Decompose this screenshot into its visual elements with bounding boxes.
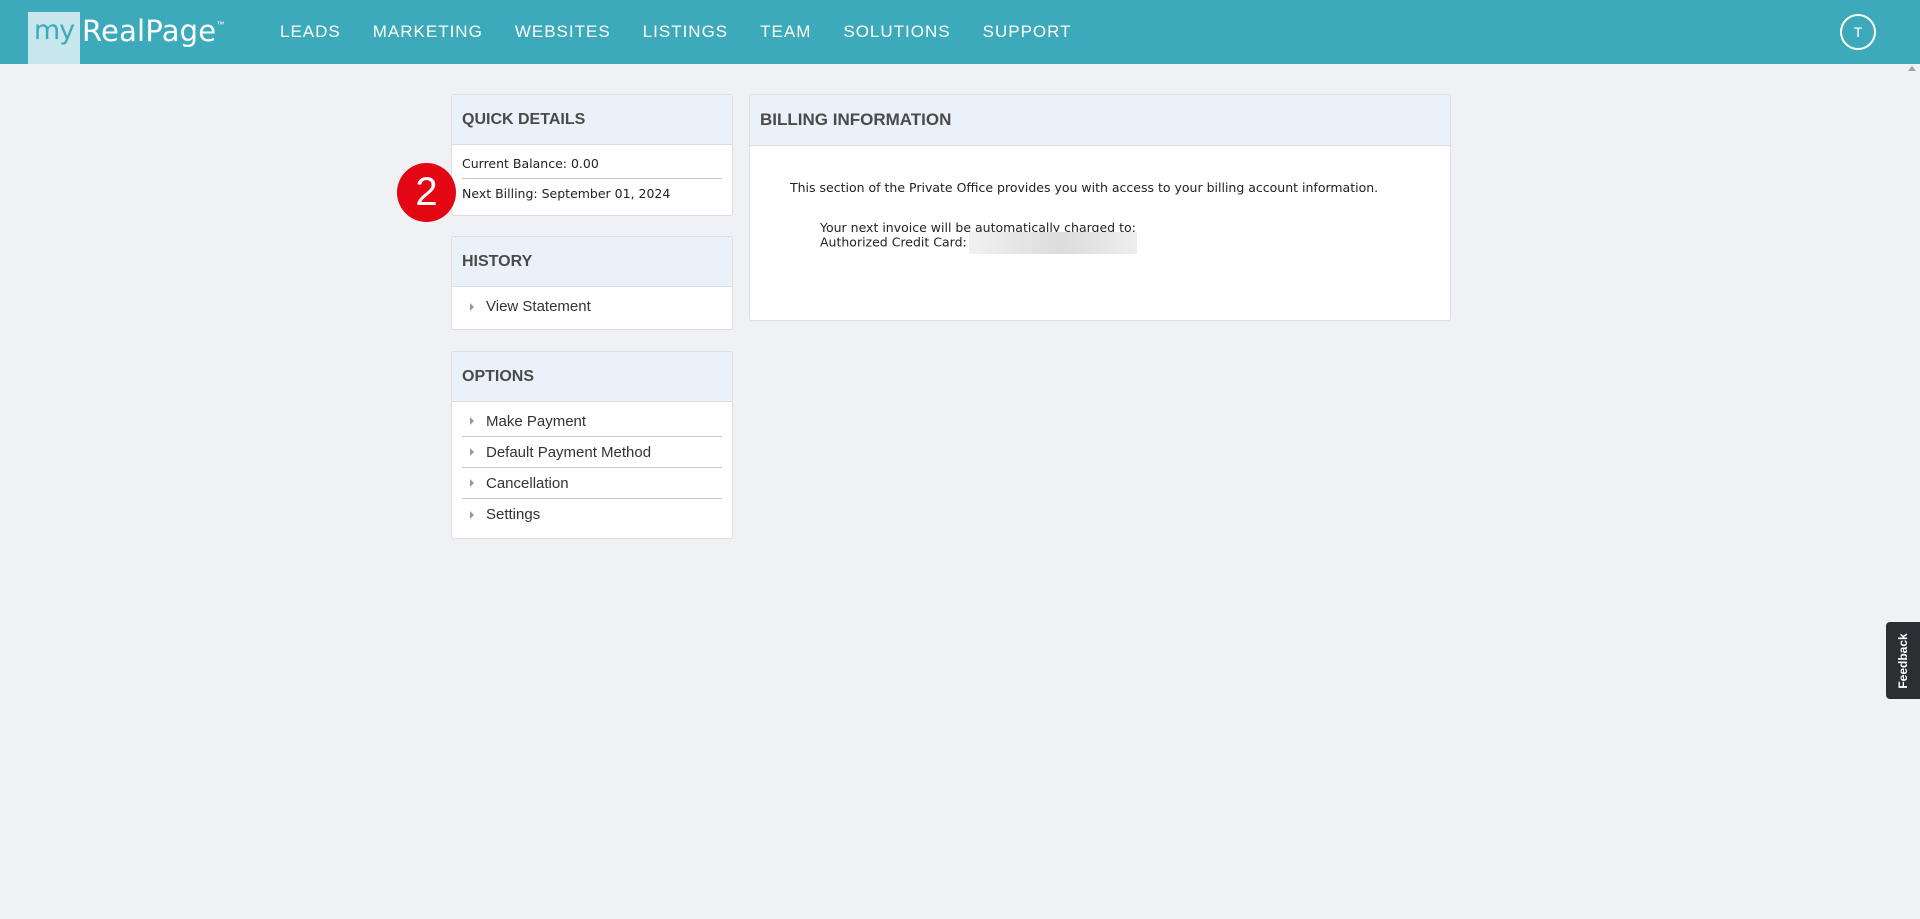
nav-solutions[interactable]: SOLUTIONS — [843, 22, 950, 42]
caret-right-icon — [470, 510, 474, 519]
quick-details-panel: QUICK DETAILS Current Balance: 0.00 Next… — [451, 94, 733, 216]
feedback-tab[interactable]: Feedback — [1886, 622, 1920, 699]
main-nav: LEADS MARKETING WEBSITES LISTINGS TEAM S… — [280, 0, 1104, 64]
user-avatar[interactable]: T — [1840, 14, 1876, 50]
cancellation-label: Cancellation — [486, 474, 569, 492]
make-payment-link[interactable]: Make Payment — [462, 406, 722, 437]
history-title: HISTORY — [452, 237, 732, 287]
caret-right-icon — [470, 479, 474, 487]
options-title: OPTIONS — [452, 352, 732, 402]
cancellation-link[interactable]: Cancellation — [462, 468, 722, 499]
default-payment-method-link[interactable]: Default Payment Method — [462, 437, 722, 468]
caret-right-icon — [470, 417, 474, 425]
logo-trademark: ™ — [216, 20, 225, 29]
logo-my-badge: my — [28, 12, 80, 64]
nav-websites[interactable]: WEBSITES — [515, 22, 611, 42]
nav-listings[interactable]: LISTINGS — [643, 22, 728, 42]
caret-right-icon — [470, 448, 474, 456]
authorized-card-row: Authorized Credit Card: — [820, 232, 1137, 254]
settings-link[interactable]: Settings — [462, 499, 722, 530]
nav-support[interactable]: SUPPORT — [983, 22, 1072, 42]
nav-team[interactable]: TEAM — [760, 22, 811, 42]
authorized-card-label: Authorized Credit Card: — [820, 234, 967, 250]
nav-marketing[interactable]: MARKETING — [373, 22, 483, 42]
billing-information-title: BILLING INFORMATION — [750, 95, 1450, 146]
current-balance: Current Balance: 0.00 — [462, 149, 722, 179]
top-navigation-bar: my RealPage ™ LEADS MARKETING WEBSITES L… — [0, 0, 1920, 64]
make-payment-label: Make Payment — [486, 412, 587, 430]
step-number-badge: 2 — [397, 163, 456, 222]
default-payment-method-label: Default Payment Method — [486, 443, 652, 461]
next-billing: Next Billing: September 01, 2024 — [462, 186, 671, 201]
feedback-label: Feedback — [1896, 632, 1910, 689]
caret-right-icon — [470, 302, 474, 311]
nav-leads[interactable]: LEADS — [280, 22, 341, 42]
history-panel: HISTORY View Statement — [451, 236, 733, 330]
settings-label: Settings — [486, 506, 541, 523]
view-statement-label: View Statement — [486, 298, 591, 315]
billing-intro-text: This section of the Private Office provi… — [790, 180, 1379, 195]
view-statement-link[interactable]: View Statement — [462, 291, 722, 322]
options-panel: OPTIONS Make Payment Default Payment Met… — [451, 351, 733, 539]
scroll-up-arrow-icon[interactable] — [1908, 66, 1916, 71]
billing-information-panel: BILLING INFORMATION This section of the … — [749, 94, 1451, 321]
redacted-card-number — [968, 232, 1137, 254]
myrealpage-logo[interactable]: my RealPage ™ — [28, 12, 224, 64]
logo-brand-text: RealPage — [82, 14, 217, 48]
quick-details-title: QUICK DETAILS — [452, 95, 732, 145]
